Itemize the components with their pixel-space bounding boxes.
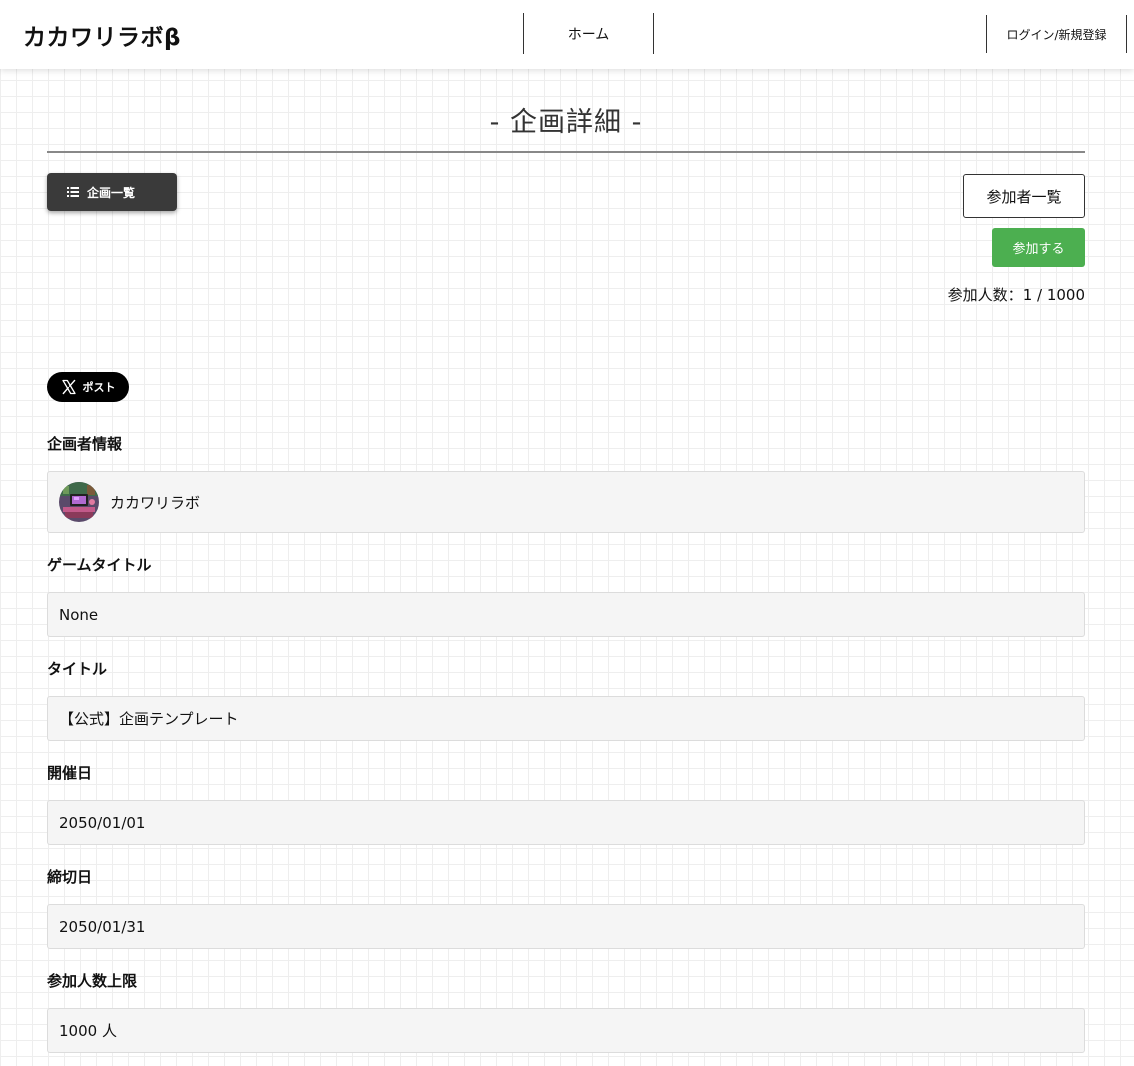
organizer-label: 企画者情報 (47, 435, 123, 453)
deadline-value: 2050/01/31 (47, 904, 1085, 949)
event-title-value: 【公式】企画テンプレート (47, 696, 1085, 741)
site-logo[interactable]: カカワリラボβ (23, 18, 181, 52)
organizer-name: カカワリラボ (110, 493, 201, 512)
title-divider (47, 151, 1085, 153)
list-icon (67, 187, 79, 197)
nav-home-link[interactable]: ホーム (523, 13, 654, 54)
x-post-button[interactable]: ポスト (47, 372, 129, 402)
event-title-label: タイトル (47, 660, 108, 678)
participant-count: 参加人数：1 / 1000 (948, 284, 1085, 305)
event-list-button[interactable]: 企画一覧 (47, 173, 177, 211)
page-title: - 企画詳細 - (489, 107, 643, 138)
organizer-box[interactable]: カカワリラボ (47, 471, 1085, 533)
event-date-value: 2050/01/01 (47, 800, 1085, 845)
participant-count-label: 参加人数： (947, 286, 1023, 304)
participant-count-value: 1 / 1000 (1022, 286, 1085, 304)
organizer-avatar (59, 482, 99, 522)
deadline-label: 締切日 (47, 868, 93, 886)
capacity-label: 参加人数上限 (47, 972, 138, 990)
game-title-label: ゲームタイトル (47, 556, 152, 574)
event-list-button-label: 企画一覧 (87, 185, 136, 200)
x-logo-icon (61, 379, 76, 395)
nav-login-signup-link[interactable]: ログイン/新規登録 (986, 15, 1127, 53)
game-title-value: None (47, 592, 1085, 637)
join-button[interactable]: 参加する (992, 228, 1085, 267)
event-date-label: 開催日 (47, 764, 93, 782)
site-header: カカワリラボβ ホーム ログイン/新規登録 (0, 0, 1134, 69)
capacity-value: 1000 人 (47, 1008, 1085, 1053)
participants-list-button[interactable]: 参加者一覧 (963, 174, 1085, 218)
x-post-button-label: ポスト (82, 381, 116, 394)
